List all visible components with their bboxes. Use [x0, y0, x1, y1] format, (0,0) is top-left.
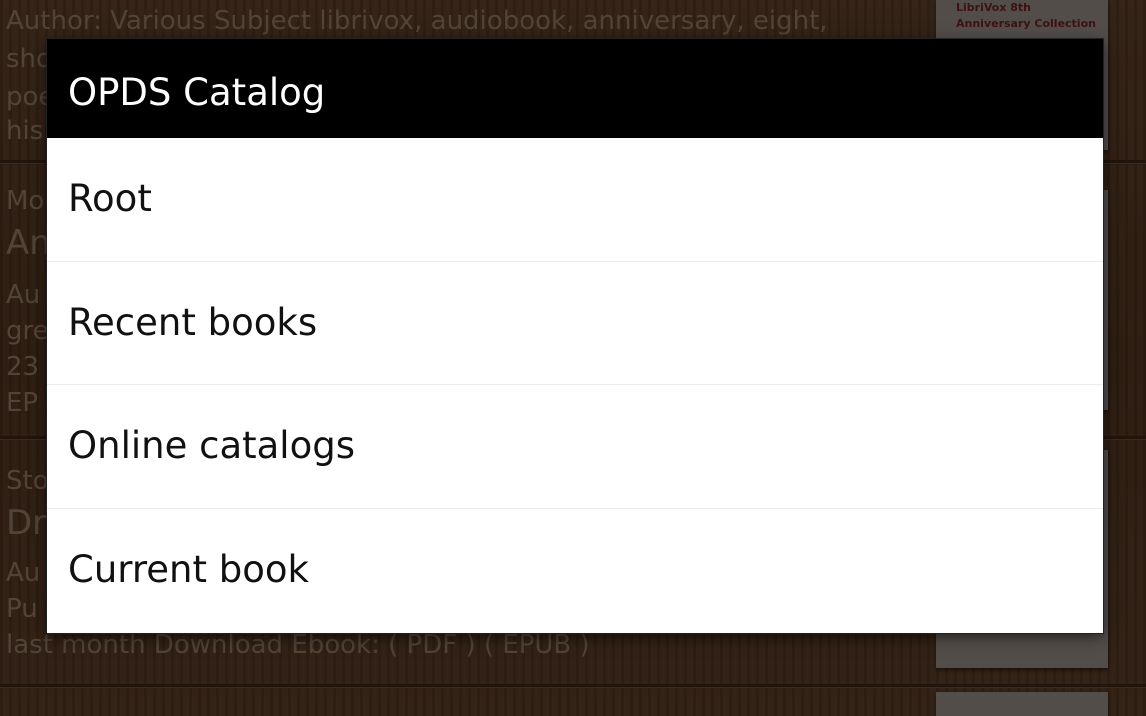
menu-item-recent-books[interactable]: Recent books [47, 262, 1103, 384]
menu-item-label: Root [68, 177, 152, 220]
screen: Author: Various Subject librivox, audiob… [0, 0, 1146, 716]
menu-item-label: Online catalogs [68, 424, 355, 467]
opds-catalog-dialog: OPDS Catalog Root Recent books Online ca… [47, 39, 1103, 633]
menu-item-root[interactable]: Root [47, 138, 1103, 260]
dialog-title: OPDS Catalog [68, 71, 326, 114]
menu-item-online-catalogs[interactable]: Online catalogs [47, 385, 1103, 507]
menu-item-current-book[interactable]: Current book [47, 509, 1103, 631]
menu-item-label: Current book [68, 548, 309, 591]
menu-item-label: Recent books [68, 301, 318, 344]
dialog-header: OPDS Catalog [47, 39, 1103, 138]
